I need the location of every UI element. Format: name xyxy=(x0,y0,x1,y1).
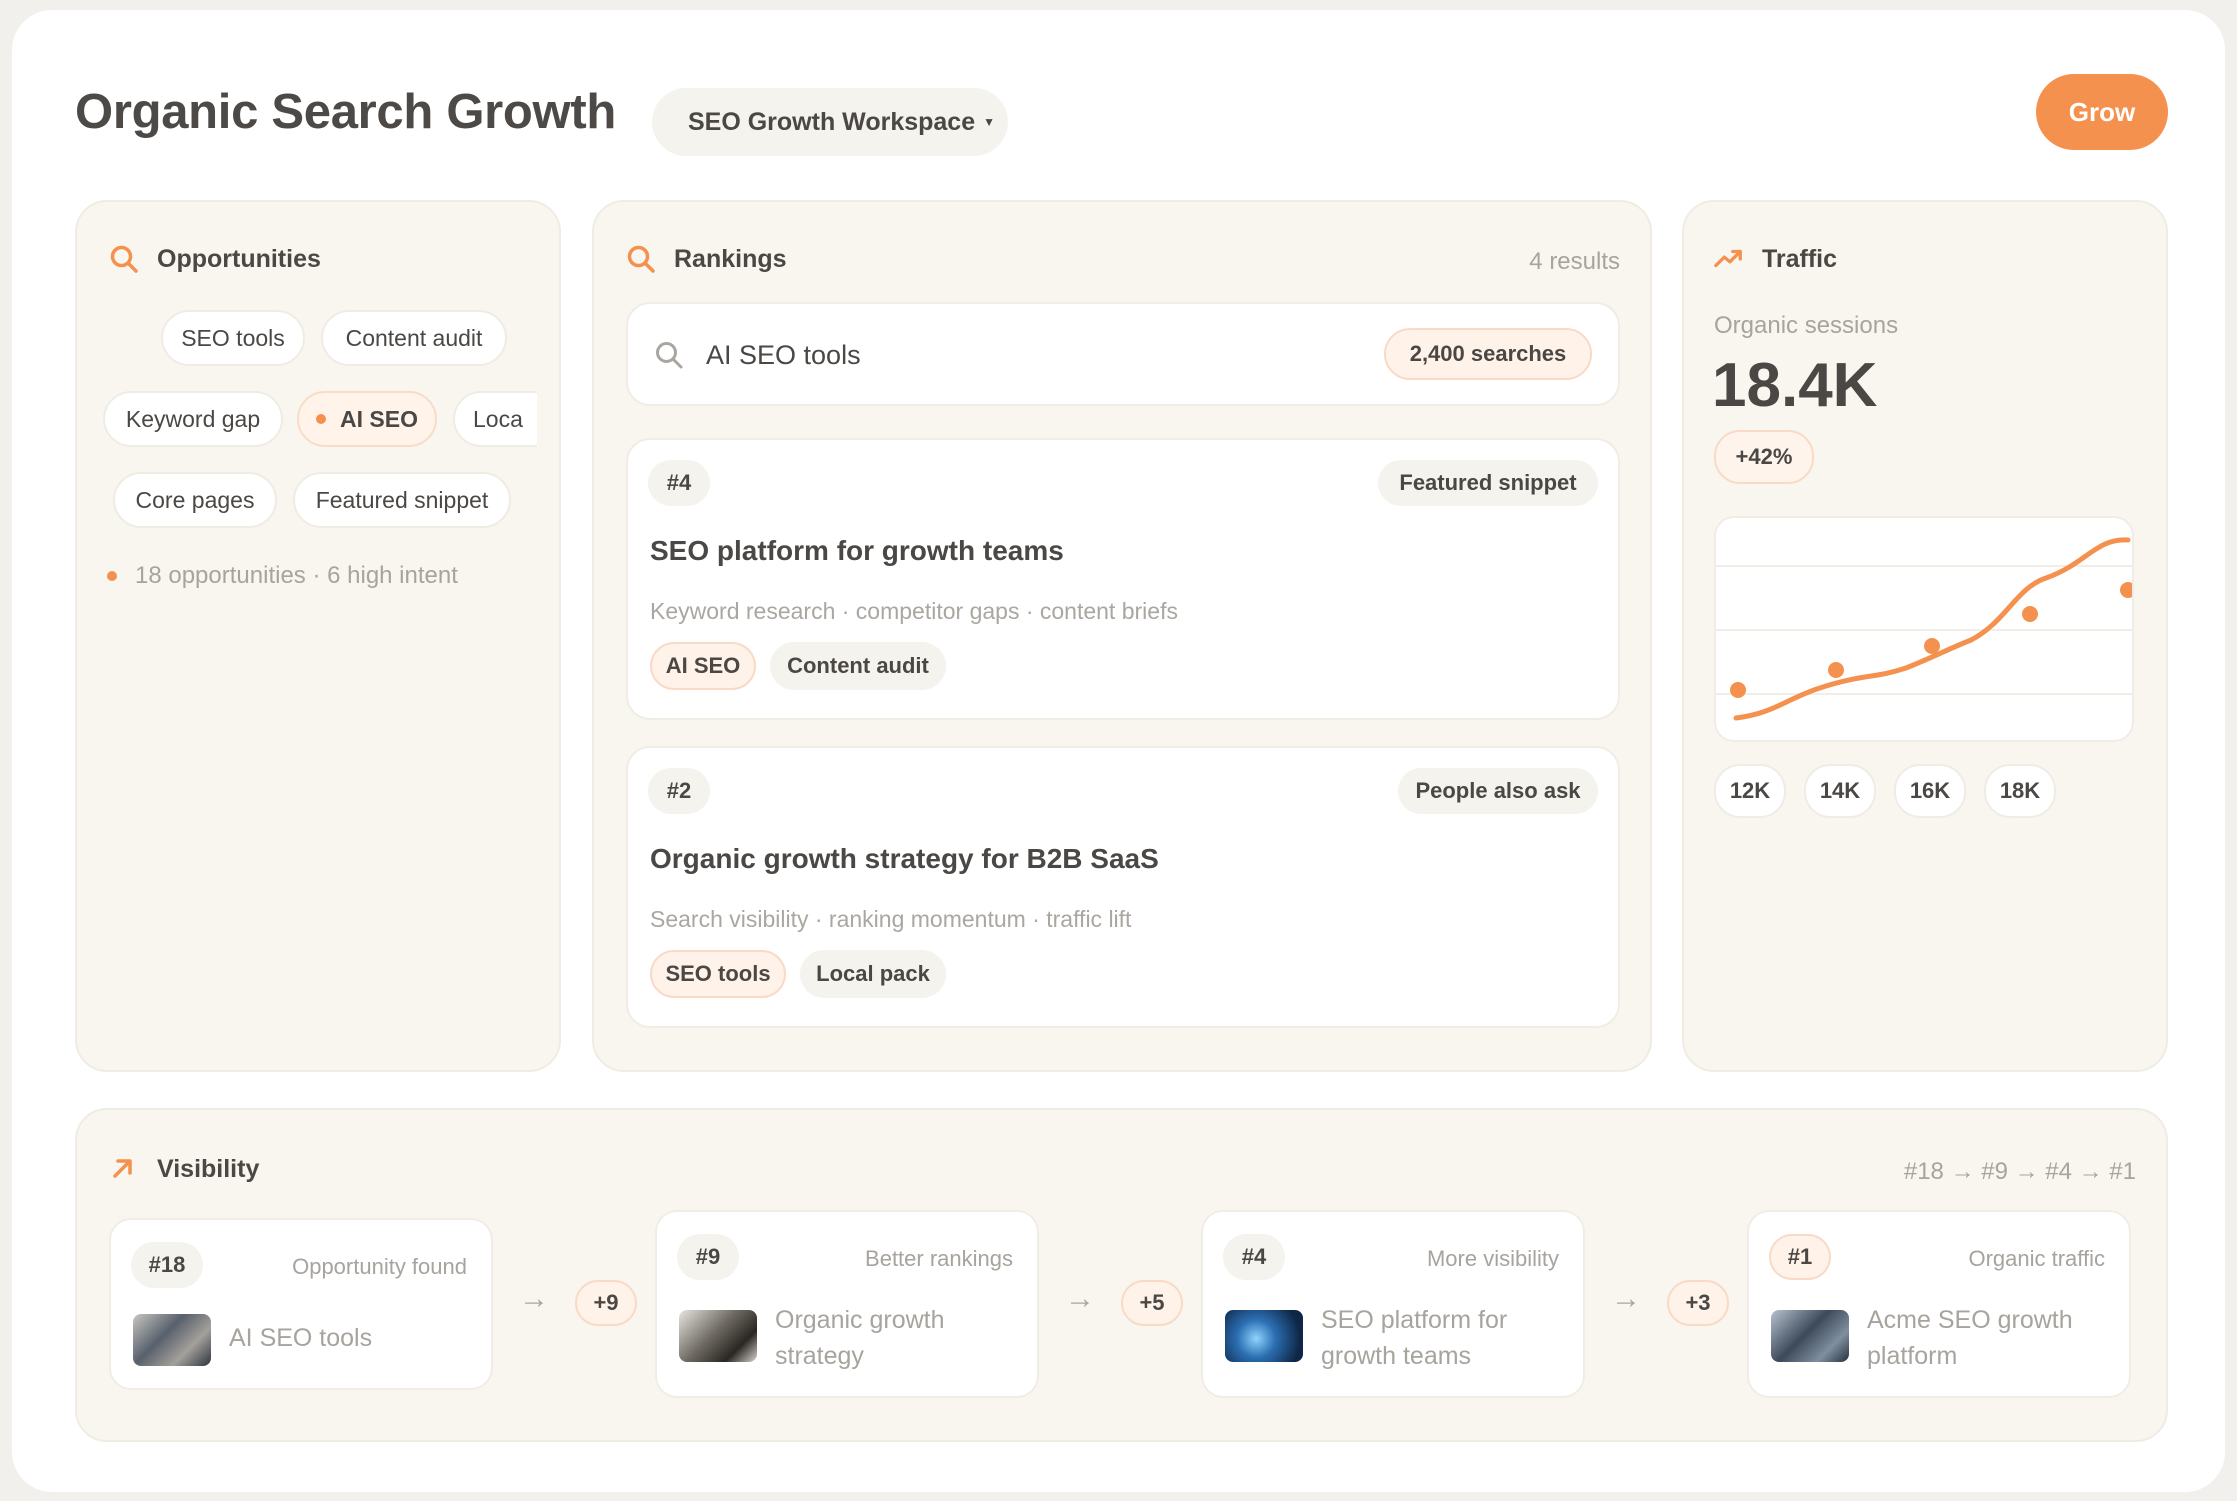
step-label: Organic growth strategy xyxy=(775,1306,945,1370)
step-label: AI SEO tools xyxy=(229,1324,373,1352)
grow-button[interactable]: Grow xyxy=(2036,74,2168,150)
opportunities-header: Opportunities xyxy=(109,244,321,274)
rank-badge: #2 xyxy=(648,768,710,814)
step-label: Acme SEO growth platform xyxy=(1867,1306,2073,1370)
opportunities-title: Opportunities xyxy=(157,244,321,273)
visibility-panel: Visibility #18 → #9 → #4 → #1 #18 Opport… xyxy=(75,1108,2168,1442)
sparkline-chart xyxy=(1716,537,2132,721)
chip-local[interactable]: Loca xyxy=(453,391,537,447)
ranking-result-card[interactable]: #2 People also ask Organic growth strate… xyxy=(626,746,1620,1028)
result-title[interactable]: SEO platform for growth teams xyxy=(650,535,1064,567)
thumbnail-image xyxy=(679,1310,757,1362)
search-volume-badge: 2,400 searches xyxy=(1384,328,1592,380)
workspace-label: SEO Growth Workspace xyxy=(688,107,976,136)
rankings-panel: Rankings 4 results AI SEO tools 2,400 se… xyxy=(592,200,1652,1072)
step-label: SEO platform for growth teams xyxy=(1321,1306,1508,1370)
stage-label: Organic traffic xyxy=(1968,1246,2105,1271)
thumbnail-image xyxy=(1771,1310,1849,1362)
status-dot-icon xyxy=(107,571,117,581)
change-badge: +42% xyxy=(1714,430,1814,484)
tick-chip[interactable]: 16K xyxy=(1894,764,1966,818)
result-title[interactable]: Organic growth strategy for B2B SaaS xyxy=(650,843,1159,875)
thumbnail-image xyxy=(133,1314,211,1366)
rank-badge: #9 xyxy=(677,1234,739,1280)
stage-label: Better rankings xyxy=(865,1246,1013,1271)
result-tag[interactable]: Local pack xyxy=(800,950,946,998)
delta-badge: +5 xyxy=(1121,1280,1183,1326)
app-window: Organic Search Growth SEO Growth Workspa… xyxy=(12,10,2225,1492)
workspace-selector[interactable]: SEO Growth Workspace ▼ xyxy=(652,88,1008,156)
search-input[interactable]: AI SEO tools xyxy=(706,340,861,371)
chip-keyword-gap[interactable]: Keyword gap xyxy=(103,391,283,447)
results-count: 4 results xyxy=(1529,248,1620,275)
chip-content-audit[interactable]: Content audit xyxy=(321,310,507,366)
opportunities-summary-text: 18 opportunities · 6 high intent xyxy=(135,562,458,589)
result-tag[interactable]: SEO tools xyxy=(650,950,786,998)
delta-badge: +9 xyxy=(575,1280,637,1326)
keyword-search-field[interactable]: AI SEO tools 2,400 searches xyxy=(626,302,1620,406)
thumbnail-image xyxy=(1225,1310,1303,1362)
stage-label: Opportunity found xyxy=(292,1254,467,1279)
opportunities-summary: 18 opportunities · 6 high intent xyxy=(107,562,458,590)
chip-seo-tools[interactable]: SEO tools xyxy=(161,310,305,366)
result-subtitle: Keyword research · competitor gaps · con… xyxy=(650,598,1178,624)
metric-label: Organic sessions xyxy=(1714,312,1899,339)
search-icon xyxy=(626,244,656,274)
tick-chip[interactable]: 14K xyxy=(1804,764,1876,818)
rank-path: #18 → #9 → #4 → #1 xyxy=(1903,1158,2136,1185)
trending-up-icon xyxy=(1714,244,1744,274)
result-tag[interactable]: Content audit xyxy=(770,642,946,690)
arrow-up-right-icon xyxy=(109,1154,139,1184)
tick-chip[interactable]: 12K xyxy=(1714,764,1786,818)
rank-badge: #18 xyxy=(131,1242,203,1288)
rank-badge: #1 xyxy=(1769,1234,1831,1280)
traffic-panel: Traffic Organic sessions 18.4K +42% 12K … xyxy=(1682,200,2168,1072)
visibility-step-card[interactable]: #1 Organic traffic Acme SEO growth platf… xyxy=(1747,1210,2131,1398)
rankings-title: Rankings xyxy=(674,244,787,273)
rankings-header: Rankings xyxy=(626,244,787,274)
chip-core-pages[interactable]: Core pages xyxy=(113,472,277,528)
search-icon xyxy=(109,244,139,274)
traffic-sparkline xyxy=(1714,516,2134,742)
rank-badge: #4 xyxy=(1223,1234,1285,1280)
traffic-header: Traffic xyxy=(1714,244,1837,274)
opportunity-chips: SEO tools Content audit Keyword gap AI S… xyxy=(97,310,537,570)
tick-chip[interactable]: 18K xyxy=(1984,764,2056,818)
ranking-result-card[interactable]: #4 Featured snippet SEO platform for gro… xyxy=(626,438,1620,720)
arrow-right-icon: → xyxy=(519,1282,549,1315)
metric-value: 18.4K xyxy=(1712,351,1878,420)
stage-label: More visibility xyxy=(1426,1246,1559,1271)
opportunities-panel: Opportunities SEO tools Content audit Ke… xyxy=(75,200,561,1072)
arrow-right-icon: → xyxy=(1611,1282,1641,1315)
serp-feature-badge: People also ask xyxy=(1398,768,1598,814)
result-tag[interactable]: AI SEO xyxy=(650,642,756,690)
visibility-step-card[interactable]: #9 Better rankings Organic growth strate… xyxy=(655,1210,1039,1398)
rank-badge: #4 xyxy=(648,460,710,506)
chip-ai-seo[interactable]: AI SEO xyxy=(297,391,437,447)
search-icon xyxy=(654,340,684,375)
chip-featured-snippet[interactable]: Featured snippet xyxy=(293,472,511,528)
active-dot-icon xyxy=(316,414,327,424)
result-subtitle: Search visibility · ranking momentum · t… xyxy=(650,906,1132,932)
caret-down-icon: ▼ xyxy=(983,115,995,129)
page-title: Organic Search Growth xyxy=(75,85,617,139)
chip-ai-seo-label: AI SEO xyxy=(340,405,418,432)
arrow-right-icon: → xyxy=(1065,1282,1095,1315)
visibility-header: Visibility xyxy=(109,1154,259,1184)
visibility-step-card[interactable]: #18 Opportunity found AI SEO tools xyxy=(109,1218,493,1390)
traffic-title: Traffic xyxy=(1762,244,1838,273)
visibility-step-card[interactable]: #4 More visibility SEO platform for grow… xyxy=(1201,1210,1585,1398)
delta-badge: +3 xyxy=(1667,1280,1729,1326)
serp-feature-badge: Featured snippet xyxy=(1378,460,1598,506)
visibility-title: Visibility xyxy=(157,1154,260,1183)
